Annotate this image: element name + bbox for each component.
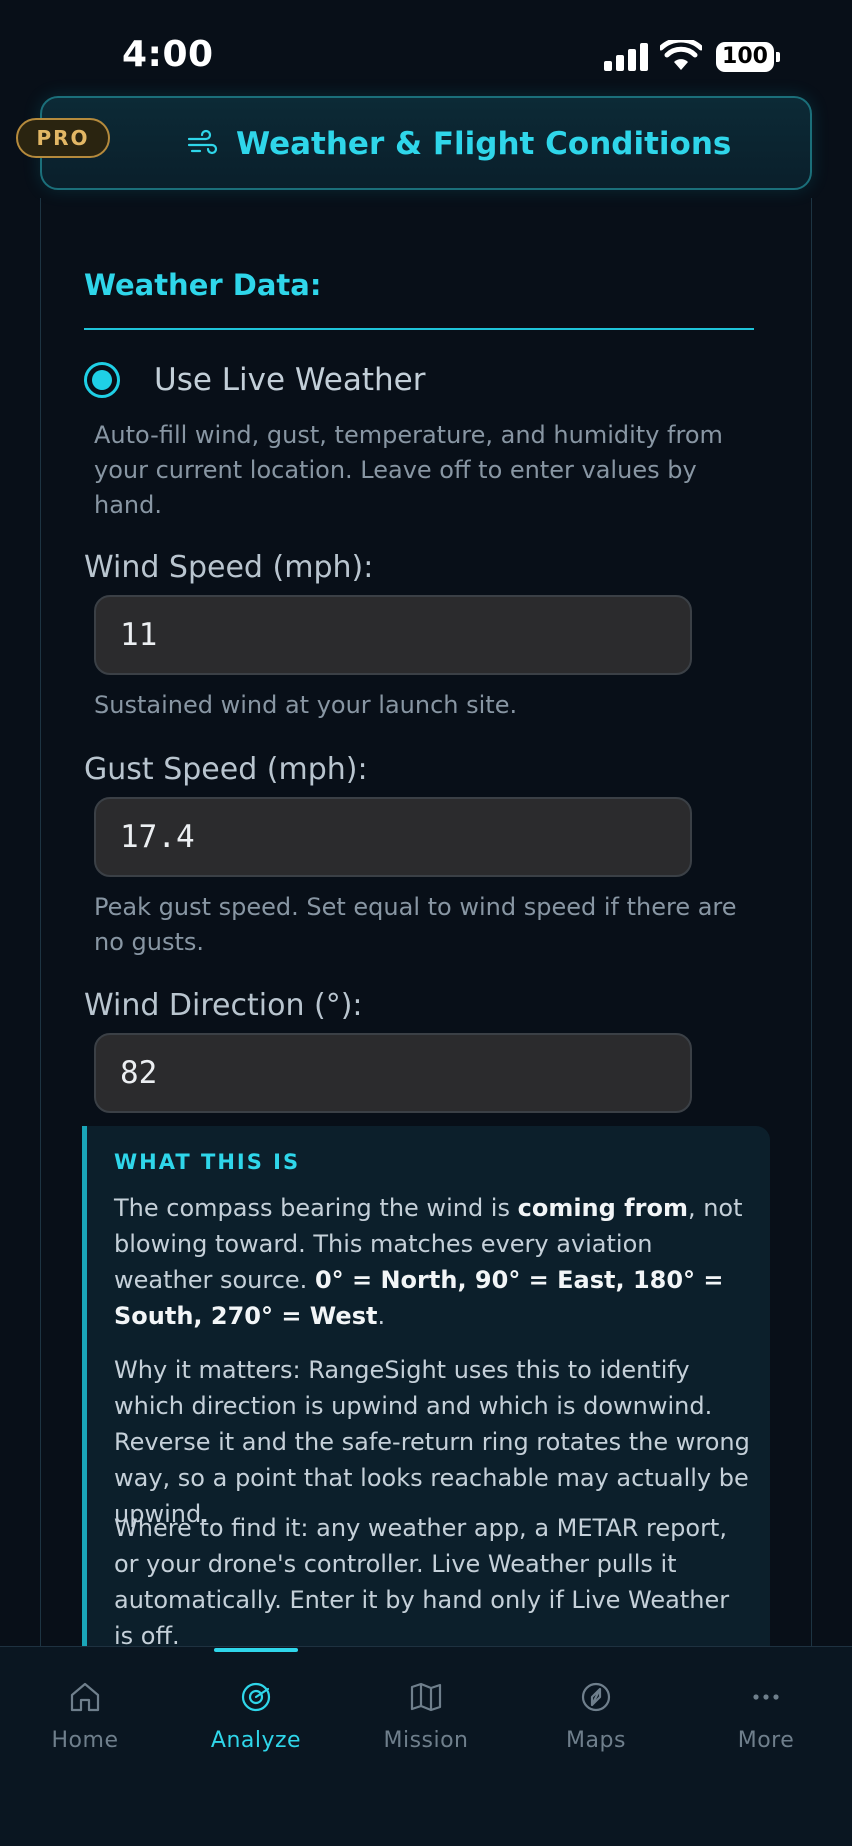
- wind-speed-input[interactable]: 11: [94, 595, 692, 675]
- analyze-icon: [241, 1682, 271, 1712]
- tab-label: Home: [51, 1728, 119, 1753]
- live-weather-help: Auto-fill wind, gust, temperature, and h…: [94, 418, 723, 523]
- info-text: The compass bearing the wind is: [114, 1194, 518, 1222]
- compass-icon: [581, 1682, 611, 1712]
- live-weather-option[interactable]: Use Live Weather: [84, 362, 425, 398]
- info-text: .: [377, 1302, 386, 1330]
- gust-speed-help-line: no gusts.: [94, 928, 205, 956]
- live-weather-help-line: hand.: [94, 491, 162, 519]
- wind-direction-label: Wind Direction (°):: [84, 988, 363, 1023]
- home-icon: [70, 1682, 100, 1712]
- tab-home[interactable]: Home: [10, 1680, 160, 1753]
- wind-speed-help: Sustained wind at your launch site.: [94, 691, 518, 719]
- section-heading: Weather Data:: [84, 268, 322, 302]
- tab-label: More: [737, 1728, 795, 1753]
- page-title: Weather & Flight Conditions: [236, 126, 732, 162]
- wind-direction-input[interactable]: 82: [94, 1033, 692, 1113]
- header: Weather & Flight Conditions: [186, 122, 731, 166]
- map-icon: [410, 1682, 442, 1712]
- tab-mission[interactable]: Mission: [351, 1680, 501, 1753]
- cellular-signal-icon: [604, 43, 648, 71]
- wifi-icon: [660, 40, 702, 70]
- wind-speed-label: Wind Speed (mph):: [84, 550, 374, 585]
- status-bar: 4:00 100: [0, 0, 852, 96]
- live-weather-help-line: your current location. Leave off to ente…: [94, 456, 697, 484]
- tab-analyze[interactable]: Analyze: [181, 1680, 331, 1753]
- info-paragraph-where: Where to find it: any weather app, a MET…: [114, 1514, 730, 1650]
- status-time: 4:00: [122, 34, 214, 75]
- pro-badge[interactable]: PRO: [16, 118, 110, 158]
- gust-speed-help: Peak gust speed. Set equal to wind speed…: [94, 890, 737, 960]
- active-tab-indicator: [214, 1648, 298, 1652]
- tab-label: Mission: [383, 1728, 469, 1753]
- live-weather-radio[interactable]: [84, 362, 120, 398]
- tab-maps[interactable]: Maps: [521, 1680, 671, 1753]
- tab-more[interactable]: More: [691, 1680, 841, 1753]
- radio-selected-dot: [92, 370, 112, 390]
- section-divider: [84, 328, 754, 330]
- gust-speed-label: Gust Speed (mph):: [84, 752, 368, 787]
- live-weather-help-line: Auto-fill wind, gust, temperature, and h…: [94, 421, 723, 449]
- gust-speed-input[interactable]: 17.4: [94, 797, 692, 877]
- wind-icon: [187, 129, 218, 155]
- info-paragraph-why: Why it matters: RangeSight uses this to …: [114, 1356, 750, 1528]
- info-emphasis: coming from: [517, 1194, 688, 1222]
- gust-speed-help-line: Peak gust speed. Set equal to wind speed…: [94, 893, 737, 921]
- tab-label: Maps: [566, 1728, 626, 1753]
- battery-icon: 100: [716, 42, 780, 72]
- info-paragraph-bearing: The compass bearing the wind is coming f…: [114, 1190, 754, 1334]
- app-screen: 4:00 100 PRO Weather & Flight Conditions…: [0, 0, 852, 1846]
- live-weather-label: Use Live Weather: [154, 362, 426, 398]
- more-icon: [753, 1694, 779, 1700]
- tab-label: Analyze: [210, 1728, 302, 1753]
- info-heading: WHAT THIS IS: [114, 1150, 301, 1174]
